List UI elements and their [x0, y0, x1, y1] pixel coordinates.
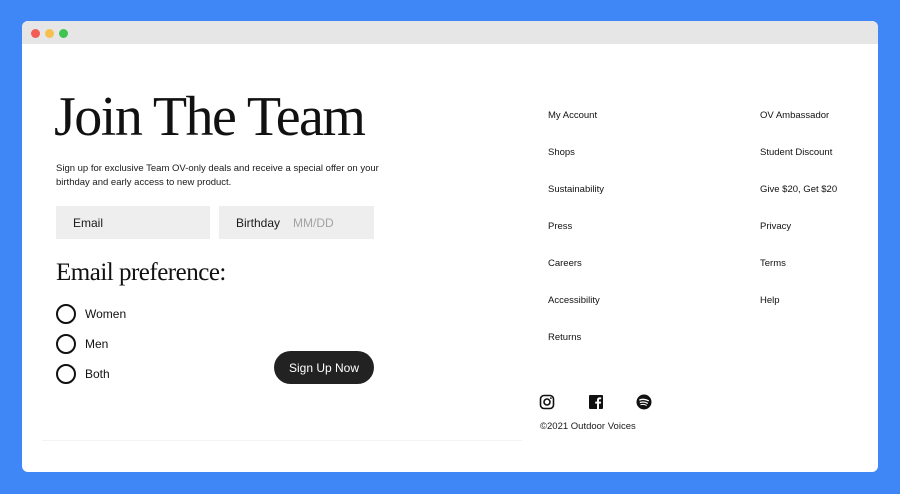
browser-window: Join The Team Sign up for exclusive Team…: [22, 21, 878, 472]
email-preference-title: Email preference:: [56, 259, 226, 286]
footer-link-careers[interactable]: Careers: [548, 258, 582, 269]
footer-link-ov-ambassador[interactable]: OV Ambassador: [760, 110, 829, 121]
facebook-icon[interactable]: [588, 394, 604, 410]
footer-link-accessibility[interactable]: Accessibility: [548, 295, 600, 306]
minimize-window-button[interactable]: [45, 29, 54, 38]
birthday-field-label: Birthday: [236, 215, 281, 230]
maximize-window-button[interactable]: [59, 29, 68, 38]
radio-label-women: Women: [85, 307, 127, 321]
sign-up-button[interactable]: Sign Up Now: [274, 351, 374, 384]
radio-label-men: Men: [85, 337, 109, 351]
email-field[interactable]: Email: [56, 206, 210, 239]
close-window-button[interactable]: [31, 29, 40, 38]
page-title: Join The Team: [54, 86, 366, 148]
footer-link-press[interactable]: Press: [548, 221, 572, 232]
footer-link-shops[interactable]: Shops: [548, 147, 575, 158]
window-titlebar: [22, 21, 878, 44]
signup-description: Sign up for exclusive Team OV-only deals…: [56, 163, 379, 188]
radio-option-women[interactable]: Women: [56, 304, 126, 324]
radio-circle[interactable]: [56, 364, 76, 384]
footer-link-student-discount[interactable]: Student Discount: [760, 147, 832, 158]
copyright-text: ©2021 Outdoor Voices: [540, 421, 636, 432]
radio-option-men[interactable]: Men: [56, 334, 108, 354]
instagram-icon[interactable]: [539, 394, 555, 410]
footer-link-my-account[interactable]: My Account: [548, 110, 597, 121]
radio-circle[interactable]: [56, 304, 76, 324]
footer-link-sustainability[interactable]: Sustainability: [548, 184, 604, 195]
birthday-placeholder: MM/DD: [293, 215, 334, 230]
footer-link-privacy[interactable]: Privacy: [760, 221, 791, 232]
radio-label-both: Both: [85, 367, 110, 381]
radio-option-both[interactable]: Both: [56, 364, 110, 384]
email-field-label: Email: [73, 215, 104, 230]
birthday-field[interactable]: Birthday MM/DD: [219, 206, 374, 239]
footer-link-returns[interactable]: Returns: [548, 332, 581, 343]
footer-link-terms[interactable]: Terms: [760, 258, 786, 269]
footer-link-give-get[interactable]: Give $20, Get $20: [760, 184, 837, 195]
radio-circle[interactable]: [56, 334, 76, 354]
footer-link-help[interactable]: Help: [760, 295, 780, 306]
spotify-icon[interactable]: [636, 394, 652, 410]
divider: [42, 440, 522, 441]
